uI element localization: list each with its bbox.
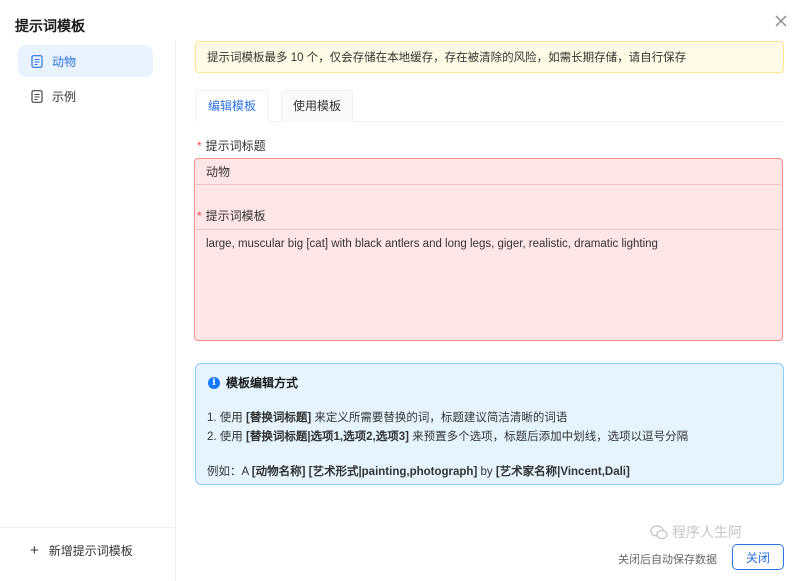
watermark: 程序人生阿 bbox=[650, 522, 742, 542]
tab-bar: 编辑模板 使用模板 bbox=[195, 90, 784, 123]
title-input[interactable] bbox=[196, 159, 781, 185]
template-field-label-text: 提示词模板 bbox=[205, 209, 266, 223]
plus-icon: + bbox=[30, 542, 39, 559]
add-template-button[interactable]: + 新增提示词模板 bbox=[30, 542, 133, 559]
sidebar-item-example[interactable]: 示例 bbox=[18, 80, 153, 112]
sidebar: 动物 示例 + 新增提示词模板 bbox=[0, 40, 176, 581]
sidebar-item-label: 动物 bbox=[52, 54, 77, 69]
help-heading-text: 模板编辑方式 bbox=[226, 376, 299, 390]
title-field-label-text: 提示词标题 bbox=[205, 139, 266, 153]
document-icon bbox=[31, 89, 43, 103]
wechat-icon bbox=[650, 524, 668, 539]
auto-save-note: 关闭后自动保存数据 bbox=[618, 554, 717, 566]
sidebar-item-animal[interactable]: 动物 bbox=[18, 45, 153, 77]
close-button[interactable]: 关闭 bbox=[732, 544, 784, 570]
help-line-2: 2. 使用 [替换词标题|选项1,选项2,选项3] 来预置多个选项，标题后添加中… bbox=[207, 431, 689, 443]
title-field-label: * 提示词标题 bbox=[197, 137, 266, 154]
storage-warning-notice: 提示词模板最多 10 个，仅会存储在本地缓存，存在被清除的风险，如需长期存储，请… bbox=[195, 41, 784, 73]
template-field-label: * 提示词模板 bbox=[197, 207, 266, 224]
notice-text: 提示词模板最多 10 个，仅会存储在本地缓存，存在被清除的风险，如需长期存储，请… bbox=[207, 52, 687, 64]
required-mark: * bbox=[197, 209, 202, 223]
help-info-box: i 模板编辑方式 1. 使用 [替换词标题] 来定义所需要替换的词，标题建议简洁… bbox=[195, 363, 784, 485]
help-heading: i 模板编辑方式 bbox=[208, 374, 298, 391]
close-icon[interactable] bbox=[773, 13, 789, 29]
document-icon bbox=[31, 54, 43, 68]
help-example: 例如：A [动物名称] [艺术形式|painting,photograph] b… bbox=[207, 466, 630, 478]
dialog-title: 提示词模板 bbox=[15, 18, 85, 34]
info-icon: i bbox=[208, 376, 220, 389]
required-mark: * bbox=[197, 139, 202, 153]
help-line-1: 1. 使用 [替换词标题] 来定义所需要替换的词，标题建议简洁清晰的词语 bbox=[207, 412, 568, 424]
tab-edit-template[interactable]: 编辑模板 bbox=[195, 90, 269, 123]
sidebar-item-label: 示例 bbox=[52, 89, 77, 104]
add-template-label: 新增提示词模板 bbox=[48, 544, 133, 558]
template-textarea[interactable]: large, muscular big [cat] with black ant… bbox=[196, 229, 781, 339]
sidebar-divider bbox=[0, 527, 176, 528]
watermark-text: 程序人生阿 bbox=[672, 524, 742, 540]
tab-use-template[interactable]: 使用模板 bbox=[281, 90, 353, 122]
